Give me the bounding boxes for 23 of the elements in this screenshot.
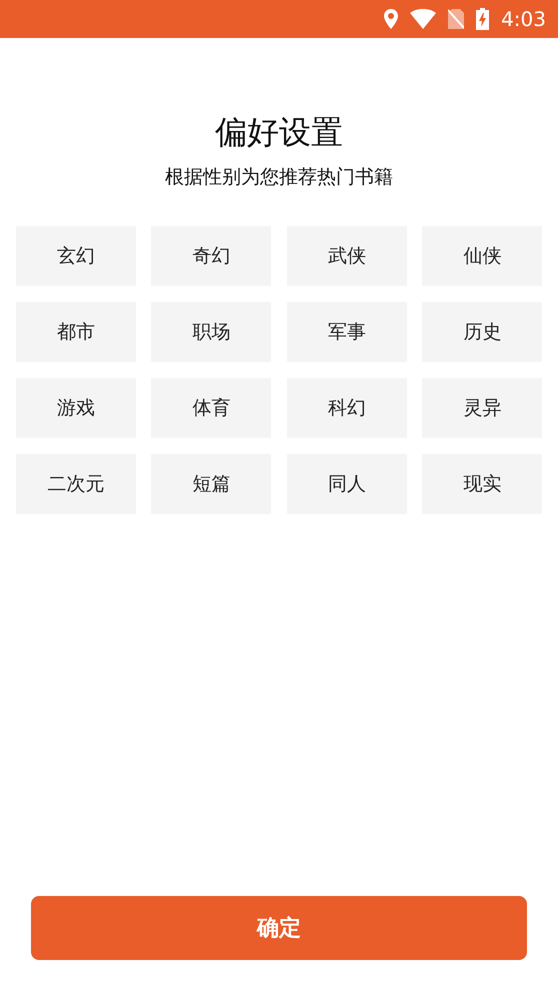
genre-tag[interactable]: 同人 [286, 454, 407, 514]
genre-tag[interactable]: 军事 [286, 302, 407, 362]
page-subtitle: 根据性别为您推荐热门书籍 [165, 165, 393, 190]
genre-tag[interactable]: 二次元 [16, 454, 136, 514]
genre-tag[interactable]: 科幻 [286, 378, 407, 438]
genre-tag[interactable]: 游戏 [16, 378, 136, 438]
wifi-icon [410, 9, 436, 29]
page-title: 偏好设置 [215, 112, 343, 152]
genre-tag[interactable]: 都市 [16, 302, 136, 362]
genre-tag[interactable]: 现实 [422, 454, 542, 514]
location-icon [384, 9, 398, 29]
genre-tag[interactable]: 职场 [151, 302, 272, 362]
battery-charging-icon [476, 8, 490, 30]
genre-tag[interactable]: 体育 [151, 378, 272, 438]
status-time: 4:03 [501, 7, 546, 31]
genre-tag[interactable]: 武侠 [286, 226, 407, 286]
genre-tag[interactable]: 仙侠 [422, 226, 542, 286]
genre-tag[interactable]: 短篇 [151, 454, 272, 514]
no-sim-icon [448, 9, 464, 29]
genre-tag[interactable]: 玄幻 [16, 226, 136, 286]
genre-tag[interactable]: 历史 [422, 302, 542, 362]
genre-tag[interactable]: 奇幻 [151, 226, 272, 286]
genre-tag[interactable]: 灵异 [422, 378, 542, 438]
